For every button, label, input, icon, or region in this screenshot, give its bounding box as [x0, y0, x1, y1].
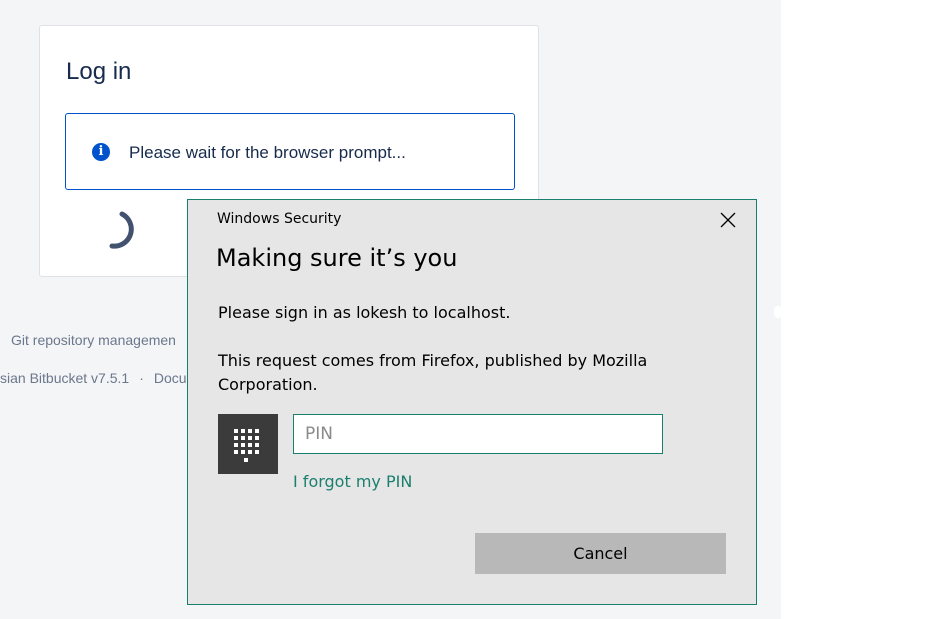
- footer-documentation-link[interactable]: Docu: [154, 370, 187, 386]
- blank-area: [781, 0, 937, 619]
- info-message-box: i Please wait for the browser prompt...: [65, 113, 515, 190]
- cancel-button[interactable]: Cancel: [475, 533, 726, 574]
- close-icon[interactable]: [716, 208, 740, 232]
- sign-in-instruction: Please sign in as lokesh to localhost.: [218, 303, 511, 322]
- forgot-pin-link[interactable]: I forgot my PIN: [293, 472, 412, 491]
- info-icon: i: [92, 143, 110, 161]
- keypad-icon: [234, 429, 259, 462]
- windows-security-dialog: Windows Security Making sure it’s you Pl…: [187, 199, 757, 605]
- footer-links: sian Bitbucket v7.5.1 · Docu: [0, 370, 187, 386]
- dialog-heading: Making sure it’s you: [216, 244, 458, 272]
- background-artifact: [774, 306, 782, 318]
- pin-keypad-tile: [218, 414, 278, 474]
- footer-separator: ·: [139, 370, 144, 386]
- loading-spinner-icon: [109, 211, 134, 249]
- request-origin-text: This request comes from Firefox, publish…: [218, 351, 648, 394]
- footer-tagline: Git repository managemen: [11, 332, 176, 348]
- dialog-caption: Windows Security: [217, 211, 342, 227]
- footer-product-version: sian Bitbucket v7.5.1: [0, 370, 130, 386]
- login-title: Log in: [66, 58, 132, 85]
- pin-input[interactable]: [293, 414, 663, 454]
- info-message-text: Please wait for the browser prompt...: [129, 143, 406, 162]
